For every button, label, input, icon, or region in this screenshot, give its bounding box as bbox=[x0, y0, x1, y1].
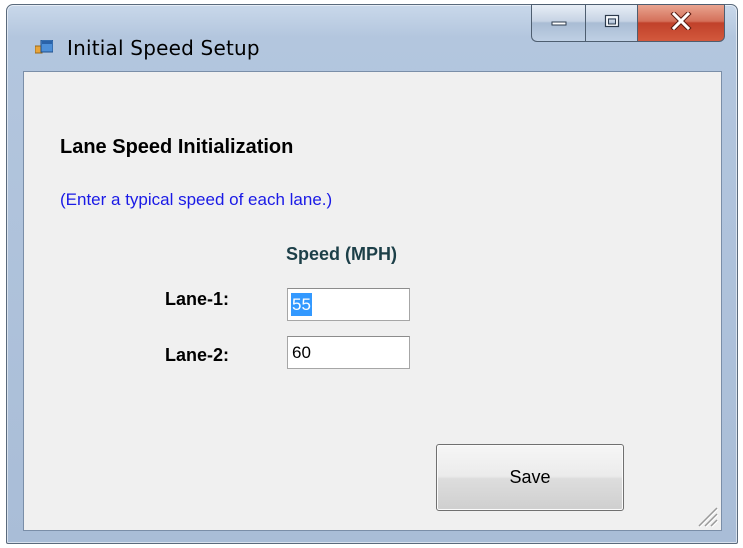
close-button[interactable] bbox=[637, 4, 725, 42]
lane-2-label: Lane-2: bbox=[165, 345, 230, 365]
lane-2-speed-input[interactable] bbox=[287, 336, 410, 369]
instruction-text: (Enter a typical speed of each lane.) bbox=[60, 190, 333, 209]
close-icon bbox=[670, 9, 692, 35]
maximize-button[interactable] bbox=[585, 4, 637, 42]
app-window-icon[interactable] bbox=[34, 39, 54, 56]
resize-grip-icon[interactable] bbox=[693, 502, 719, 528]
maximize-icon bbox=[604, 14, 620, 33]
lane-1-speed-input[interactable] bbox=[287, 288, 410, 321]
minimize-button[interactable] bbox=[531, 4, 585, 42]
minimize-icon bbox=[551, 14, 567, 32]
caption-buttons bbox=[531, 4, 725, 42]
section-heading: Lane Speed Initialization bbox=[60, 136, 294, 158]
dialog-window: Initial Speed Setup Lane Speed Initializ… bbox=[6, 4, 738, 544]
speed-column-header: Speed (MPH) bbox=[286, 244, 398, 264]
window-title: Initial Speed Setup bbox=[67, 36, 260, 60]
lane-1-label: Lane-1: bbox=[165, 289, 230, 309]
title-bar[interactable]: Initial Speed Setup bbox=[7, 4, 737, 71]
save-button[interactable]: Save bbox=[436, 444, 624, 511]
dialog-client-area: Lane Speed Initialization (Enter a typic… bbox=[23, 71, 722, 531]
